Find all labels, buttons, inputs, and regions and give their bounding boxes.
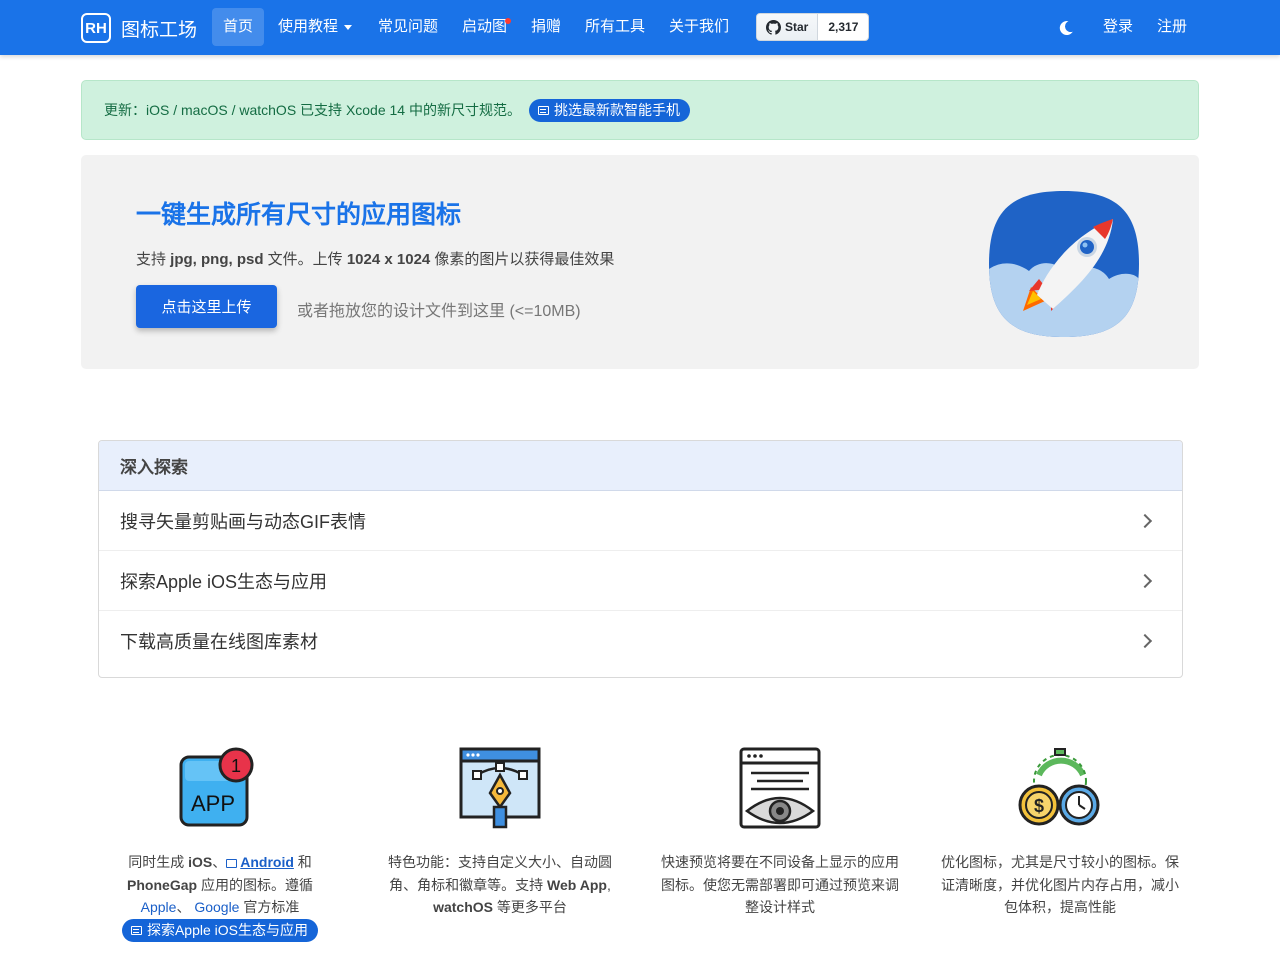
drop-zone-hint: 或者拖放您的设计文件到这里 (<=10MB) <box>297 303 581 320</box>
svg-text:$: $ <box>1034 796 1044 816</box>
hero-title: 一键生成所有尺寸的应用图标 <box>136 201 462 229</box>
feature-text-part: , <box>606 876 611 893</box>
feature-optimize-text: 优化图标，尤其是尺寸较小的图标。保证清晰度，并优化图片内存占用，减小包体积，提高… <box>941 854 1179 915</box>
feature-text-part: 、 <box>212 854 227 870</box>
github-star-label: Star <box>785 20 809 34</box>
nav-tutorial-label: 使用教程 <box>278 18 339 35</box>
feature-multi-platform-text: 同时生成 iOS、 Android 和 PhoneGap 应用的图标。遵循 App… <box>100 851 340 942</box>
explore-panel: 深入探索 搜寻矢量剪贴画与动态GIF表情 探索Apple iOS生态与应用 下载… <box>98 440 1183 678</box>
register-link[interactable]: 注册 <box>1157 8 1187 46</box>
optimize-coins-icon: $ <box>1018 748 1100 826</box>
explore-row-stock-photos[interactable]: 下载高质量在线图库素材 <box>99 611 1182 671</box>
apple-link[interactable]: Apple <box>141 899 177 915</box>
hero-description: 支持 jpg, png, psd 文件。上传 1024 x 1024 像素的图片… <box>136 248 614 269</box>
feature-text-part: 应用的图标。遵循 <box>197 876 313 893</box>
github-icon <box>766 19 781 35</box>
hero-size: 1024 x 1024 <box>346 251 431 268</box>
feature-multi-platform: APP 1 同时生成 iOS、 Android 和 PhoneGap 应用的图标。… <box>100 745 340 942</box>
watchos-text: watchOS <box>433 899 493 915</box>
nav-about[interactable]: 关于我们 <box>658 8 740 46</box>
webapp-text: Web App <box>547 876 607 893</box>
feature-text-part: 、 <box>176 899 195 915</box>
smartphone-pill-label: 挑选最新款智能手机 <box>554 102 680 118</box>
brand-link[interactable]: RH 图标工场 <box>81 13 197 43</box>
alert-xcode: Xcode 14 <box>345 102 406 118</box>
alert-middle: 已支持 <box>296 102 346 118</box>
upload-button[interactable]: 点击这里上传 <box>136 285 277 328</box>
hero-upload-panel: 一键生成所有尺寸的应用图标 支持 jpg, png, psd 文件。上传 102… <box>81 155 1199 369</box>
hero-formats: jpg, png, psd <box>170 251 264 268</box>
feature-text-part: 和 <box>293 854 312 870</box>
smartphone-pill-button[interactable]: 挑选最新款智能手机 <box>529 98 690 122</box>
nav-home-label: 首页 <box>223 18 254 35</box>
github-star-button[interactable]: Star <box>757 14 819 40</box>
hero-desc-mid: 文件。上传 <box>263 251 347 268</box>
nav-all-tools[interactable]: 所有工具 <box>574 8 656 46</box>
pen-tool-icon <box>459 747 541 829</box>
nav-home[interactable]: 首页 <box>212 8 265 46</box>
android-link[interactable]: Android <box>240 854 294 870</box>
nav-tutorial-dropdown[interactable]: 使用教程 <box>267 8 363 46</box>
hero-desc-suffix: 像素的图片以获得最佳效果 <box>430 251 615 268</box>
alert-text: 更新：iOS / macOS / watchOS 已支持 Xcode 14 中的… <box>104 100 521 120</box>
explore-apple-ios-pill-button[interactable]: 探索Apple iOS生态与应用 <box>121 918 319 942</box>
update-alert: 更新：iOS / macOS / watchOS 已支持 Xcode 14 中的… <box>81 80 1199 140</box>
eye-preview-icon <box>739 747 821 829</box>
chevron-right-icon <box>1137 573 1153 588</box>
github-star-widget: Star 2,317 <box>756 13 870 41</box>
chevron-right-icon <box>1137 633 1153 649</box>
explore-row-vector-clipart[interactable]: 搜寻矢量剪贴画与动态GIF表情 <box>99 491 1182 551</box>
chevron-right-icon <box>1137 513 1153 528</box>
alert-platforms: iOS / macOS / watchOS <box>146 102 297 118</box>
feature-preview-text: 快速预览将要在不同设备上显示的应用图标。使您无需部署即可通过预览来调整设计样式 <box>661 854 899 915</box>
explore-row-label: 下载高质量在线图库素材 <box>120 632 318 652</box>
alert-suffix: 中的新尺寸规范。 <box>405 102 521 118</box>
ios-text: iOS <box>188 854 213 870</box>
nav-faq-label: 常见问题 <box>378 18 439 35</box>
nav-tools-label: 所有工具 <box>585 18 646 35</box>
top-navbar: RH 图标工场 首页 使用教程 常见问题 启动图 捐赠 所有工具 关于我们 St… <box>0 0 1280 55</box>
card-icon <box>226 858 238 868</box>
badge-count-text: 1 <box>231 756 241 776</box>
feature-preview: 快速预览将要在不同设备上显示的应用图标。使您无需部署即可通过预览来调整设计样式 <box>660 745 900 919</box>
github-star-count[interactable]: 2,317 <box>818 14 868 40</box>
nav-launch-label: 启动图 <box>462 18 508 35</box>
brand-name: 图标工场 <box>121 19 198 41</box>
feature-optimize: $ 优化图标，尤其是尺寸较小的图标。保证清晰度，并优化图片内存占用，减小包体积，… <box>940 745 1180 919</box>
nav-donate-label: 捐赠 <box>531 18 562 35</box>
nav-launch-image[interactable]: 启动图 <box>451 8 518 46</box>
app-label-text: APP <box>191 791 235 816</box>
caret-down-icon <box>344 24 353 30</box>
login-link[interactable]: 登录 <box>1103 8 1133 46</box>
google-link[interactable]: Google <box>194 899 239 915</box>
feature-text-part: 等更多平台 <box>493 899 567 915</box>
app-badge-icon: APP 1 <box>179 747 254 827</box>
explore-row-label: 探索Apple iOS生态与应用 <box>120 571 328 592</box>
card-icon <box>130 925 142 935</box>
dark-mode-moon-icon[interactable] <box>1056 18 1076 38</box>
feature-customization-text: 特色功能：支持自定义大小、自动圆角、角标和徽章等。支持 Web App, wat… <box>380 851 620 919</box>
brand-logo: RH <box>81 13 111 43</box>
feature-text-part: 官方标准 <box>239 899 300 915</box>
explore-title: 深入探索 <box>99 441 1182 491</box>
explore-row-apple-ios[interactable]: 探索Apple iOS生态与应用 <box>99 551 1182 611</box>
phonegap-text: PhoneGap <box>127 876 198 893</box>
rocket-icon <box>989 191 1139 337</box>
alert-prefix: 更新： <box>104 102 146 118</box>
explore-row-label: 搜寻矢量剪贴画与动态GIF表情 <box>120 511 366 532</box>
nav-donate[interactable]: 捐赠 <box>520 8 572 46</box>
hero-desc-prefix: 支持 <box>136 251 171 268</box>
feature-customization: 特色功能：支持自定义大小、自动圆角、角标和徽章等。支持 Web App, wat… <box>380 745 620 919</box>
card-icon <box>538 105 549 115</box>
notification-dot-icon <box>505 18 512 24</box>
explore-apple-pill-label: 探索Apple iOS生态与应用 <box>146 921 309 938</box>
nav-faq[interactable]: 常见问题 <box>367 8 449 46</box>
nav-about-label: 关于我们 <box>669 18 730 35</box>
feature-text-part: 同时生成 <box>128 854 189 870</box>
